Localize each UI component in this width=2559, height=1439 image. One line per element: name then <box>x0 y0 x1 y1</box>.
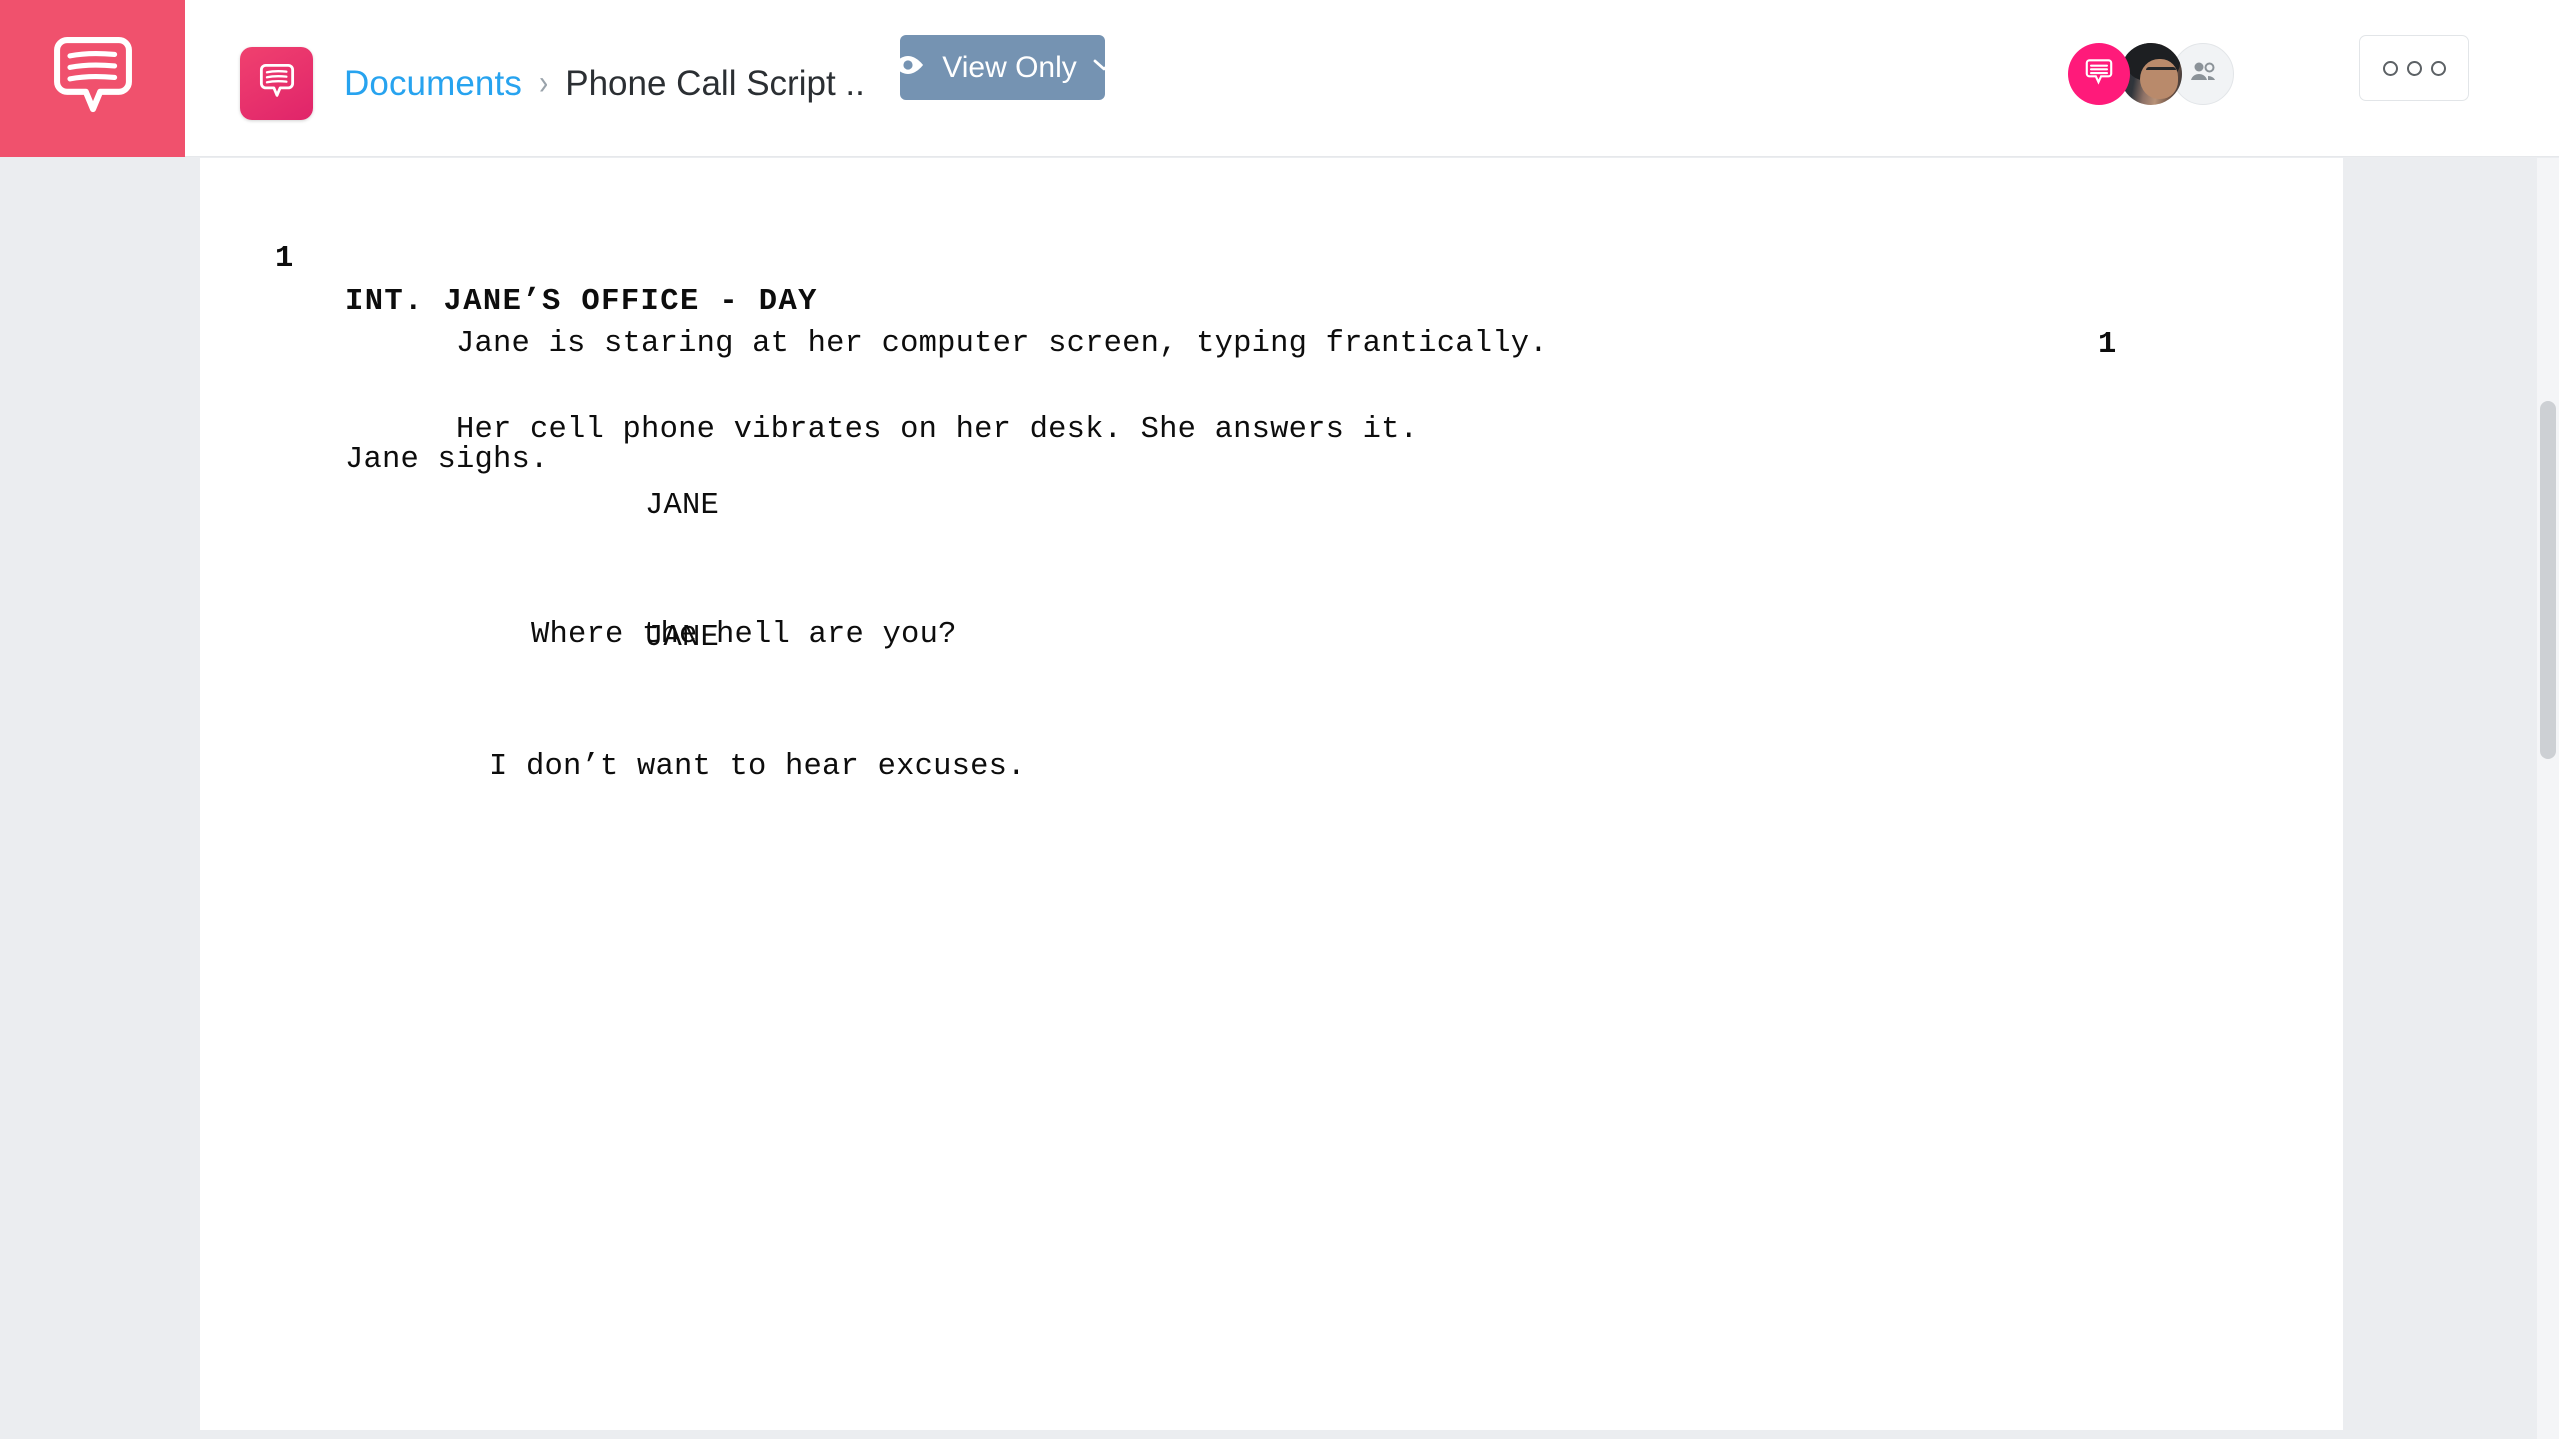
breadcrumb-separator-icon: › <box>539 64 549 102</box>
chevron-down-icon <box>1093 58 1115 77</box>
scene-number-right: 1 <box>2098 328 2117 362</box>
three-dots-icon-dot-2 <box>2406 60 2422 76</box>
app-logo[interactable] <box>0 0 185 157</box>
speech-bubble-document-icon <box>257 61 297 106</box>
top-bar: Documents › Phone Call Script .. View On… <box>0 0 2559 157</box>
chat-badge-avatar[interactable] <box>2068 43 2130 105</box>
character-name-2: JANE <box>645 621 720 655</box>
more-options-button[interactable] <box>2359 35 2469 101</box>
eye-icon <box>890 53 926 82</box>
breadcrumb-current-document[interactable]: Phone Call Script .. <box>565 64 865 104</box>
view-only-label: View Only <box>942 50 1077 84</box>
script-page: 1 INT. JANE’S OFFICE - DAY 1 Jane is sta… <box>200 158 2343 1430</box>
breadcrumb: Documents › Phone Call Script .. <box>344 47 865 120</box>
document-type-icon-tile[interactable] <box>240 47 313 120</box>
speech-bubble-logo-icon <box>47 30 139 127</box>
avatar-photo-face <box>2140 59 2178 99</box>
chat-bubble-icon <box>2082 55 2116 94</box>
avatar-group <box>2068 43 2234 105</box>
scene-heading-row: 1 INT. JANE’S OFFICE - DAY 1 <box>200 195 2343 362</box>
three-dots-icon <box>2382 60 2398 76</box>
action-line-1: Jane is staring at her computer screen, … <box>456 327 1548 361</box>
character-name: JANE <box>645 489 720 523</box>
avatar-photo-glasses <box>2146 67 2176 75</box>
vertical-scrollbar-track[interactable] <box>2537 158 2559 1439</box>
vertical-scrollbar-thumb[interactable] <box>2540 401 2556 759</box>
screenplay-content: 1 INT. JANE’S OFFICE - DAY 1 Jane is sta… <box>200 158 2343 784</box>
action-paragraph-2: Jane sighs. <box>345 443 549 477</box>
add-people-icon <box>2187 56 2219 93</box>
scene-number-left: 1 <box>275 242 294 276</box>
dialogue-line-2: I don’t want to hear excuses. <box>489 750 1026 784</box>
view-only-button[interactable]: View Only <box>893 35 1115 100</box>
dialogue-block-2: JANE I don’t want to hear excuses. <box>345 531 1026 875</box>
three-dots-icon-dot-3 <box>2430 60 2446 76</box>
breadcrumb-documents-link[interactable]: Documents <box>344 64 522 104</box>
